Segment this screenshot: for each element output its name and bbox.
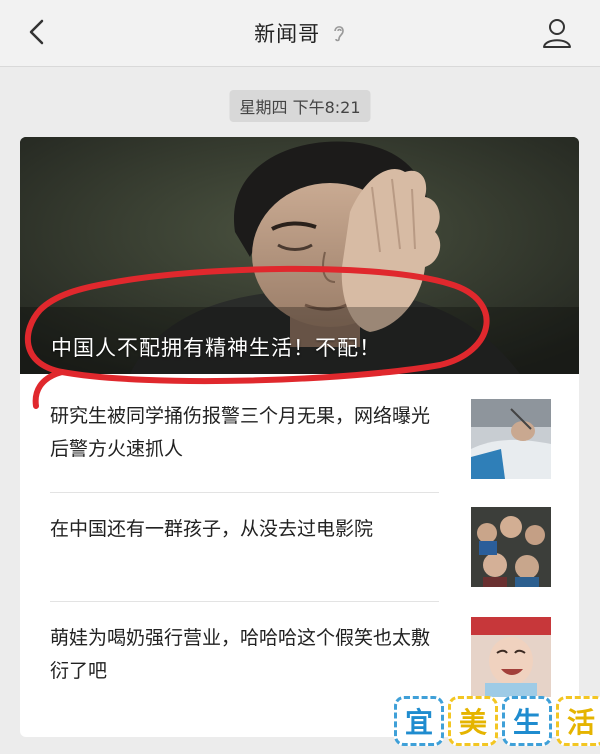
list-item[interactable]: 萌娃为喝奶强行营业，哈哈哈这个假笑也太敷衍了吧 (20, 602, 579, 708)
article-thumbnail (471, 507, 551, 587)
article-title: 萌娃为喝奶强行营业，哈哈哈这个假笑也太敷衍了吧 (50, 627, 431, 682)
hero-title: 中国人不配拥有精神生活！不配！ (51, 336, 381, 360)
watermark-char: 宜 (394, 696, 444, 746)
page-title: 新闻哥 (254, 22, 321, 46)
ear-icon (332, 23, 346, 48)
profile-button[interactable] (540, 16, 574, 50)
article-title: 在中国还有一群孩子，从没去过电影院 (50, 518, 374, 540)
article-thumbnail (471, 399, 551, 479)
hero-article[interactable]: 中国人不配拥有精神生活！不配！ (20, 137, 579, 374)
list-item[interactable]: 在中国还有一群孩子，从没去过电影院 (20, 493, 579, 599)
list-item[interactable]: 研究生被同学捅伤报警三个月无果，网络曝光后警方火速抓人 (20, 388, 579, 484)
article-thumbnail (471, 617, 551, 697)
watermark-char: 活 (556, 696, 600, 746)
page-title-wrap: 新闻哥 (0, 18, 600, 48)
watermark-logo: 宜 美 生 活 (394, 694, 600, 750)
top-nav-bar: 新闻哥 (0, 0, 600, 67)
article-card: 中国人不配拥有精神生活！不配！ 研究生被同学捅伤报警三个月无果，网络曝光后警方火… (20, 137, 579, 737)
message-timestamp: 星期四 下午8:21 (229, 90, 371, 122)
watermark-char: 生 (502, 696, 552, 746)
person-icon (543, 19, 571, 48)
article-title: 研究生被同学捅伤报警三个月无果，网络曝光后警方火速抓人 (50, 405, 431, 460)
watermark-char: 美 (448, 696, 498, 746)
